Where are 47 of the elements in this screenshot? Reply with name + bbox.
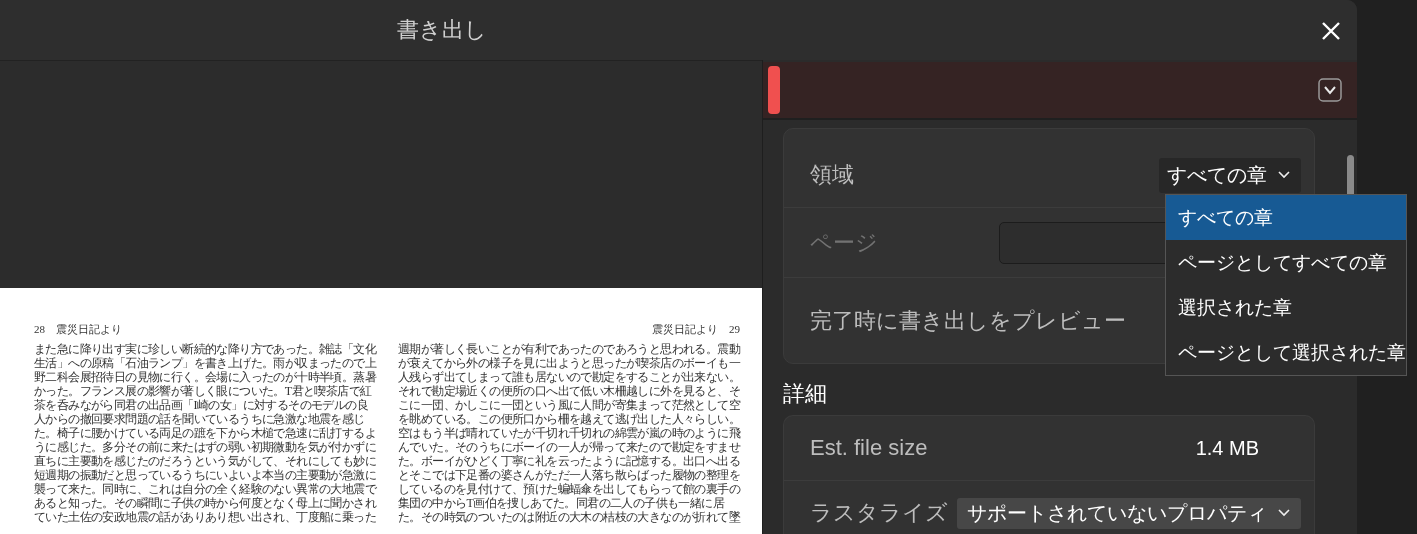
text-line: ていた土佐の安政地震の話がありあり想い出され、丁度船に乗った (34, 510, 376, 524)
window-title: 書き出し (397, 16, 487, 44)
detail-label: ラスタライズ (810, 499, 948, 527)
accent-bar (768, 66, 780, 114)
text-line: かった。フランス展の影響が著しく眼についた。T君と喫茶店で紅 (34, 384, 372, 398)
page-header: 28 震災日記より (34, 322, 123, 337)
text-line: 茶を呑みながら同君の出品画「I崎の女」に対するそのモデルの良 (34, 398, 368, 412)
text-line: 野二科会展招待日の見物に行く。会場に入ったのが十時半頃。蒸暑 (34, 370, 376, 384)
text-line: 集団の中からT画伯を捜しあてた。同君の二人の子供も一緒に居 (398, 496, 724, 510)
text-line: 週期が著しく長いことが有利であったのであろうと思われる。震動 (398, 342, 740, 356)
setting-label: ページ (810, 228, 878, 257)
text-line: 直ちに主要動を感じたのだろうという気がして、それにしても妙に (34, 454, 376, 468)
text-line: た。椅子に腰かけている両足の蹠を下から木槌で急速に乱打するよ (34, 426, 376, 440)
menu-item[interactable]: ページとしてすべての章 (1166, 240, 1406, 285)
setting-label: 完了時に書き出しをプレビュー (810, 306, 1126, 335)
menu-item[interactable]: ページとして選択された章 (1166, 330, 1406, 375)
text-line: あると知った。その瞬間に子供の時から何度となく母上に聞かされ (34, 496, 376, 510)
text-line: た。ボーイがひどく丁寧に礼を云ったように記憶する。出口へ出る (398, 454, 740, 468)
chevron-down-icon (1277, 508, 1291, 518)
chevron-icon[interactable] (1318, 78, 1342, 102)
text-line: 襲って来た。同時に、これは自分の全く経験のない異常の大地震で (34, 482, 376, 496)
section-title: 詳細 (783, 380, 828, 408)
text-line: こに一団、かしこに一団という風に人間が寄集まって茫然として空 (398, 398, 740, 412)
close-icon[interactable] (1322, 22, 1340, 40)
text-line: を眺めている。この便所口から柵を越えて逃げ出した人々らしい。 (398, 412, 740, 426)
text-line: しているのを見付けて、預けた蝙蝠傘を出してもらって館の裏手の (398, 482, 740, 496)
text-line: それで勘定場近くの便所の口へ出て低い木柵越しに外を見ると、そ (398, 384, 740, 398)
file-size-value: 1.4 MB (1195, 436, 1259, 460)
text-line: うに感じた。多分その前に来たはずの弱い初期微動を気が付かずに (34, 440, 376, 454)
text-line: 人残らず出てしまって誰も居ないので勘定をすることが出来ない。 (398, 370, 740, 384)
text-line: た。その時気のついたのは附近の大木の桔枝の大きなのが折れて墜 (398, 510, 740, 524)
text-line: んでいた。そのうちにボーイの一人が帰って来たので勘定をすませ (398, 440, 740, 454)
menu-item[interactable]: すべての章 (1166, 195, 1406, 240)
chevron-down-icon (1277, 170, 1291, 180)
text-line: 人からの撤回要求問題の話を聞いているうちに急激な地震を感じ (34, 412, 365, 426)
text-line: とそこでは下足番の婆さんがただ一人落ち散らばった履物の整理を (398, 468, 740, 482)
text-line: 短週期の振動だと思っているうちにいよいよ本当の主要動が急激に (34, 468, 376, 482)
detail-label: Est. file size (810, 435, 928, 461)
text-line: また急に降り出す実に珍しい断続的な降り方であった。雑誌「文化 (34, 342, 376, 356)
dropdown[interactable]: すべての章 (1159, 157, 1301, 193)
setting-label: 領域 (810, 161, 854, 189)
menu-item[interactable]: 選択された章 (1166, 285, 1406, 330)
dropdown[interactable]: サポートされていないプロパティ (957, 497, 1301, 529)
page-header: 震災日記より 29 (651, 322, 740, 337)
text-line: 空はもう半ば晴れていたが千切れ千切れの綿雲が嵐の時のように飛 (398, 426, 740, 440)
text-line: が衰えてから外の様子を見に出ようと思ったが喫茶店のボーイも一 (398, 356, 740, 370)
text-line: 生活」への原稿「石油ランプ」を書き上げた。雨が収まったので上 (34, 356, 376, 370)
